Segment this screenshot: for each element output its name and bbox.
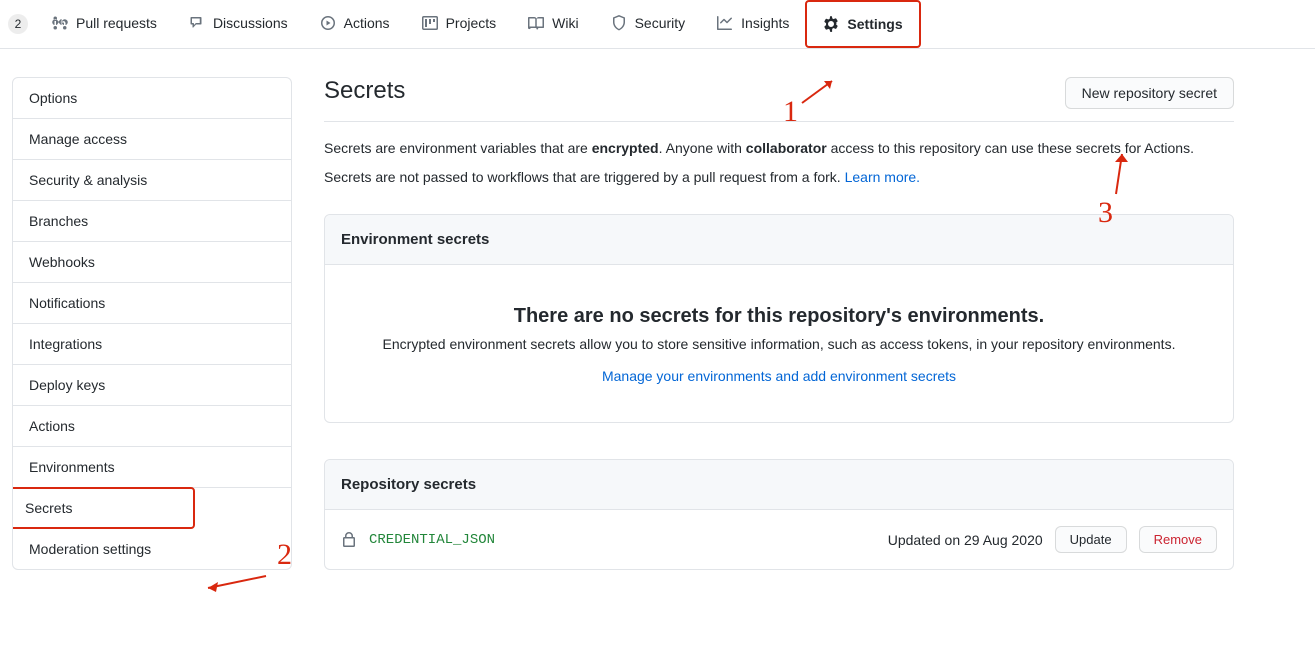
play-icon: [320, 15, 336, 31]
settings-sidebar: Options Manage access Security & analysi…: [12, 77, 292, 606]
description-2: Secrets are not passed to workflows that…: [324, 167, 1234, 188]
page-title: Secrets: [324, 77, 405, 105]
remove-secret-button[interactable]: Remove: [1139, 526, 1217, 553]
secret-row: CREDENTIAL_JSON Updated on 29 Aug 2020 U…: [325, 510, 1233, 569]
tab-insights[interactable]: Insights: [701, 1, 805, 47]
tab-label: Projects: [446, 15, 497, 31]
tab-label: Actions: [344, 15, 390, 31]
tab-label: Settings: [847, 16, 902, 32]
tab-wiki[interactable]: Wiki: [512, 1, 594, 47]
sidebar-item-secrets[interactable]: Secrets: [12, 487, 195, 529]
description-1: Secrets are environment variables that a…: [324, 138, 1234, 159]
sidebar-item-moderation[interactable]: Moderation settings: [13, 529, 291, 569]
repo-secrets-header: Repository secrets: [325, 460, 1233, 510]
secret-name: CREDENTIAL_JSON: [369, 532, 495, 548]
sidebar-item-deploy-keys[interactable]: Deploy keys: [13, 365, 291, 406]
new-repository-secret-button[interactable]: New repository secret: [1065, 77, 1234, 109]
gear-icon: [823, 16, 839, 32]
learn-more-link[interactable]: Learn more.: [845, 169, 920, 185]
tab-pull-requests[interactable]: Pull requests: [36, 1, 173, 47]
project-icon: [422, 15, 438, 31]
lock-icon: [341, 532, 357, 548]
sidebar-item-options[interactable]: Options: [13, 78, 291, 119]
sidebar-item-manage-access[interactable]: Manage access: [13, 119, 291, 160]
secret-updated: Updated on 29 Aug 2020: [888, 532, 1043, 548]
repo-tabs: 2 Pull requests Discussions Actions Proj…: [0, 0, 1315, 49]
sidebar-item-actions[interactable]: Actions: [13, 406, 291, 447]
tab-label: Insights: [741, 15, 789, 31]
sidebar-item-webhooks[interactable]: Webhooks: [13, 242, 291, 283]
comment-icon: [189, 15, 205, 31]
env-empty-text: Encrypted environment secrets allow you …: [357, 336, 1201, 352]
update-secret-button[interactable]: Update: [1055, 526, 1127, 553]
book-icon: [528, 15, 544, 31]
sidebar-item-branches[interactable]: Branches: [13, 201, 291, 242]
tab-label: Pull requests: [76, 15, 157, 31]
tab-actions[interactable]: Actions: [304, 1, 406, 47]
tab-discussions[interactable]: Discussions: [173, 1, 304, 47]
issues-counter: 2: [8, 14, 28, 34]
sidebar-item-notifications[interactable]: Notifications: [13, 283, 291, 324]
pullrequest-icon: [52, 15, 68, 31]
main-content: Secrets New repository secret Secrets ar…: [324, 77, 1234, 606]
shield-icon: [611, 15, 627, 31]
env-secrets-header: Environment secrets: [325, 215, 1233, 265]
env-empty-title: There are no secrets for this repository…: [357, 305, 1201, 328]
graph-icon: [717, 15, 733, 31]
tab-label: Security: [635, 15, 686, 31]
tab-projects[interactable]: Projects: [406, 1, 513, 47]
tab-label: Discussions: [213, 15, 288, 31]
tab-settings[interactable]: Settings: [805, 0, 920, 48]
environment-secrets-box: Environment secrets There are no secrets…: [324, 214, 1234, 423]
tab-label: Wiki: [552, 15, 578, 31]
tab-security[interactable]: Security: [595, 1, 702, 47]
sidebar-item-integrations[interactable]: Integrations: [13, 324, 291, 365]
sidebar-item-environments[interactable]: Environments: [13, 447, 291, 488]
sidebar-item-security-analysis[interactable]: Security & analysis: [13, 160, 291, 201]
manage-environments-link[interactable]: Manage your environments and add environ…: [602, 368, 956, 384]
repository-secrets-box: Repository secrets CREDENTIAL_JSON Updat…: [324, 459, 1234, 570]
